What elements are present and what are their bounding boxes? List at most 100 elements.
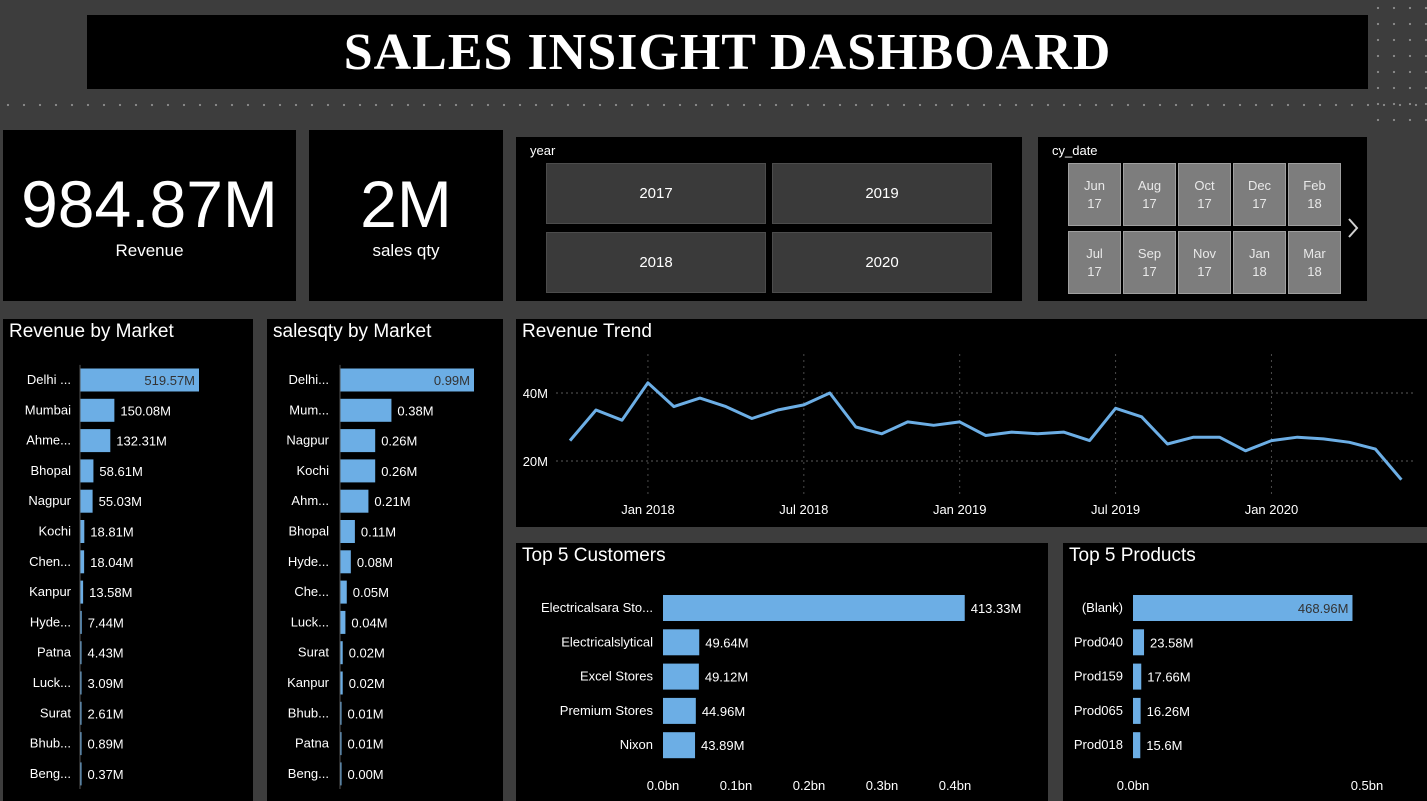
y-tick-label: 40M bbox=[523, 386, 548, 401]
bar bbox=[340, 520, 355, 543]
category-label: Prod040 bbox=[1074, 634, 1123, 649]
x-tick-label: 0.1bn bbox=[720, 778, 753, 793]
data-label: 3.09M bbox=[88, 676, 124, 691]
data-label: 150.08M bbox=[120, 403, 171, 418]
chevron-right-icon[interactable] bbox=[1344, 215, 1362, 241]
date-option-month: Sep bbox=[1137, 245, 1162, 261]
year-option-2017[interactable]: 2017 bbox=[546, 163, 766, 224]
date-option-feb-18[interactable]: Feb 18 bbox=[1288, 163, 1341, 226]
category-label: Kanpur bbox=[287, 675, 330, 690]
data-label: 44.96M bbox=[702, 704, 745, 719]
date-option-month: Jun bbox=[1084, 177, 1105, 193]
data-label: 468.96M bbox=[1298, 601, 1349, 616]
page-title: SALES INSIGHT DASHBOARD bbox=[343, 23, 1112, 81]
category-label: Bhub... bbox=[30, 736, 71, 751]
category-label: Delhi... bbox=[289, 372, 329, 387]
data-label: 519.57M bbox=[144, 373, 195, 388]
bar bbox=[340, 489, 369, 513]
bar bbox=[80, 550, 85, 574]
category-label: Electricalslytical bbox=[561, 634, 653, 649]
date-option-month: Jan bbox=[1249, 245, 1270, 261]
date-option-month: Oct bbox=[1194, 177, 1215, 193]
data-label: 0.38M bbox=[397, 403, 433, 418]
top5-products-chart: (Blank) 468.96M Prod040 23.58M Prod159 17.66M… bbox=[1074, 595, 1383, 793]
bar bbox=[80, 489, 93, 513]
date-option-nov-17[interactable]: Nov 17 bbox=[1178, 231, 1231, 294]
date-option-jun-17[interactable]: Jun 17 bbox=[1068, 163, 1121, 226]
x-tick-label: 0.4bn bbox=[939, 778, 972, 793]
category-label: Delhi ... bbox=[27, 372, 71, 387]
year-option-2020[interactable]: 2020 bbox=[772, 232, 992, 293]
revenue-by-market-chart: Delhi ... 519.57M Mumbai 150.08M Ahme... 132.… bbox=[25, 364, 199, 790]
revenue-series-line bbox=[568, 381, 1403, 481]
data-label: 55.03M bbox=[99, 494, 142, 509]
date-option-oct-17[interactable]: Oct 17 bbox=[1178, 163, 1231, 226]
date-option-year: 17 bbox=[1142, 195, 1157, 211]
data-label: 0.01M bbox=[348, 737, 384, 752]
data-label: 18.81M bbox=[90, 525, 133, 540]
date-option-jan-18[interactable]: Jan 18 bbox=[1233, 231, 1286, 294]
date-option-year: 17 bbox=[1087, 195, 1102, 211]
date-option-jul-17[interactable]: Jul 17 bbox=[1068, 231, 1121, 294]
category-label: Surat bbox=[40, 705, 71, 720]
revenue-trend-chart: 20M 40M Jan 2018 Jul 2018 Jan 2019 Jul 2019 Ja… bbox=[523, 354, 1416, 517]
salesqty-by-market-panel: salesqty by Market Delhi... 0.99M Mum... 0.… bbox=[267, 319, 503, 801]
category-label: Chen... bbox=[29, 554, 71, 569]
bar bbox=[340, 550, 351, 574]
cy-date-slicer-title: cy_date bbox=[1052, 143, 1098, 158]
date-option-year: 17 bbox=[1197, 195, 1212, 211]
data-label: 43.89M bbox=[701, 738, 744, 753]
category-label: Prod065 bbox=[1074, 703, 1123, 718]
date-option-month: Nov bbox=[1192, 245, 1217, 261]
date-option-month: Feb bbox=[1303, 177, 1326, 193]
date-option-aug-17[interactable]: Aug 17 bbox=[1123, 163, 1176, 226]
year-option-2018[interactable]: 2018 bbox=[546, 232, 766, 293]
bar bbox=[663, 595, 965, 621]
date-option-year: 17 bbox=[1087, 263, 1102, 279]
category-label: Electricalsara Sto... bbox=[541, 600, 653, 615]
category-label: (Blank) bbox=[1082, 600, 1123, 615]
data-label: 2.61M bbox=[88, 706, 124, 721]
date-option-year: 18 bbox=[1307, 263, 1322, 279]
data-label: 49.64M bbox=[705, 635, 748, 650]
bar bbox=[340, 459, 376, 483]
date-option-month: Mar bbox=[1303, 245, 1326, 261]
category-label: Excel Stores bbox=[580, 669, 653, 684]
data-label: 13.58M bbox=[89, 585, 132, 600]
year-slicer: year 2017 2019 2018 2020 bbox=[516, 137, 1022, 301]
category-label: Ahm... bbox=[291, 493, 329, 508]
data-label: 0.02M bbox=[349, 676, 385, 691]
date-option-month: Dec bbox=[1247, 177, 1272, 193]
date-option-month: Aug bbox=[1137, 177, 1162, 193]
top5-customers-chart: Electricalsara Sto... 413.33M Electricalsl… bbox=[541, 595, 1022, 793]
year-option-2019[interactable]: 2019 bbox=[772, 163, 992, 224]
data-label: 0.05M bbox=[353, 585, 389, 600]
category-label: Beng... bbox=[288, 766, 329, 781]
date-option-dec-17[interactable]: Dec 17 bbox=[1233, 163, 1286, 226]
data-label: 7.44M bbox=[88, 615, 124, 630]
category-label: Kochi bbox=[296, 463, 329, 478]
bar bbox=[1133, 629, 1145, 656]
data-label: 15.6M bbox=[1146, 738, 1182, 753]
category-label: Beng... bbox=[30, 766, 71, 781]
date-option-year: 17 bbox=[1197, 263, 1212, 279]
data-label: 413.33M bbox=[971, 601, 1022, 616]
date-option-mar-18[interactable]: Mar 18 bbox=[1288, 231, 1341, 294]
y-tick-label: 20M bbox=[523, 454, 548, 469]
bar bbox=[80, 398, 115, 422]
date-option-sep-17[interactable]: Sep 17 bbox=[1123, 231, 1176, 294]
data-label: 0.37M bbox=[88, 767, 124, 782]
sales-qty-card: 2M sales qty bbox=[309, 130, 503, 301]
x-tick-label: 0.0bn bbox=[1117, 778, 1150, 793]
category-label: Premium Stores bbox=[560, 703, 654, 718]
data-label: 0.00M bbox=[348, 767, 384, 782]
bar bbox=[340, 580, 347, 604]
revenue-card: 984.87M Revenue bbox=[3, 130, 296, 301]
data-label: 49.12M bbox=[705, 670, 748, 685]
top5-customers-panel: Top 5 Customers Electricalsara Sto... 413… bbox=[516, 543, 1048, 801]
revenue-trend-panel: Revenue Trend 20M 40M Jan 2018 Jul 2018 Jan … bbox=[516, 319, 1427, 527]
category-label: Mum... bbox=[289, 402, 329, 417]
canvas-grid-dots-right bbox=[1370, 0, 1427, 130]
data-label: 0.99M bbox=[434, 373, 470, 388]
category-label: Nixon bbox=[620, 737, 653, 752]
